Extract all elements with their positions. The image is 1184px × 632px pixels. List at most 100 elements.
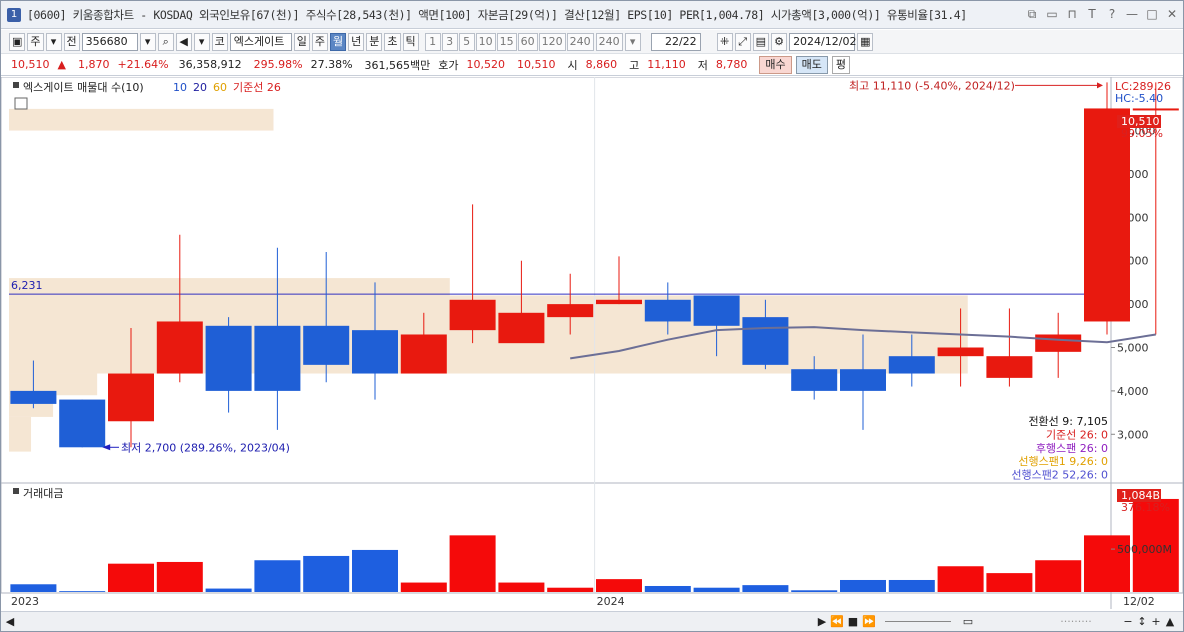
period-main-button[interactable]: 주: [27, 32, 44, 51]
y-tick-label: 4,000: [1117, 385, 1149, 398]
x-axis-label-last: 12/02: [1123, 595, 1155, 608]
average-button[interactable]: 평: [831, 55, 851, 74]
amount-value: 361,565백만: [364, 58, 431, 72]
candle-body: [791, 369, 838, 391]
volume-bar: [937, 566, 984, 592]
code-input[interactable]: 356680: [81, 32, 138, 51]
restore-icon[interactable]: ⧉: [1025, 7, 1039, 21]
interval-button-0[interactable]: 1: [424, 32, 441, 51]
stop-icon[interactable]: ■: [846, 614, 860, 629]
interval-group: 1 3 5 10 15 60 120 240: [424, 32, 594, 51]
period-button-2[interactable]: 월: [330, 32, 347, 51]
zoom-reset-icon[interactable]: ↕: [1135, 614, 1149, 629]
date-field[interactable]: 2024/12/02: [789, 32, 856, 51]
scroll-left-icon[interactable]: ◀: [3, 614, 17, 629]
quote-bar: 10,510 ▲ 1,870 +21.64% 36,358,912 295.98…: [1, 54, 1183, 76]
maximize-icon[interactable]: □: [1145, 7, 1159, 21]
close-icon[interactable]: ✕: [1165, 7, 1179, 21]
scroll-next-icon[interactable]: ▶: [816, 614, 828, 629]
pin-icon[interactable]: ⊓: [1065, 7, 1079, 21]
font-icon[interactable]: T: [1085, 7, 1099, 21]
interval-button-3[interactable]: 10: [475, 32, 496, 51]
volume-bar: [742, 585, 789, 592]
volume-bar: [840, 579, 886, 592]
interval-button-5[interactable]: 60: [517, 32, 538, 51]
candle-body: [840, 369, 886, 391]
period-button-5[interactable]: 초: [384, 32, 401, 51]
candle-body: [59, 399, 106, 448]
period-button-3[interactable]: 년: [348, 32, 365, 51]
layout-icon[interactable]: ▣: [9, 32, 26, 51]
zoom-in-icon[interactable]: +: [1149, 614, 1163, 629]
period-group: 일주월년분초틱: [293, 32, 419, 51]
candle-body: [205, 325, 252, 391]
interval-button-4[interactable]: 15: [496, 32, 517, 51]
candle-body: [303, 325, 350, 365]
help-icon[interactable]: ?: [1105, 7, 1119, 21]
volume-percent: 295.98%: [253, 58, 303, 71]
horizontal-scrollbar[interactable]: ◀ ▶ ⏪ ■ ⏩ ▭ ········· − ↕ + ▲: [1, 611, 1183, 631]
minimize-icon[interactable]: —: [1125, 7, 1139, 21]
y-tick-label: 5,000: [1117, 342, 1149, 355]
interval-button-1[interactable]: 3: [441, 32, 458, 51]
current-price: 10,510: [11, 58, 50, 71]
candle-body: [449, 299, 496, 331]
candle-body: [254, 325, 301, 391]
rewind-icon[interactable]: ⏪: [830, 614, 844, 629]
zoom-slider[interactable]: [885, 621, 951, 622]
low-label: 저: [697, 58, 708, 72]
scroll-up-icon[interactable]: ▲: [1163, 614, 1177, 629]
volume-bar: [352, 549, 398, 592]
speaker-icon[interactable]: ◀: [175, 32, 192, 51]
bid-value: 10,520: [466, 58, 506, 71]
candle-body: [156, 321, 203, 374]
reference-line-label: 6,231: [11, 279, 43, 292]
market-button[interactable]: 코: [211, 32, 228, 51]
calendar-icon[interactable]: ▦: [857, 32, 874, 51]
low-value: 8,780: [715, 58, 748, 71]
legend-ma20: 20: [193, 81, 207, 94]
volume-bar: [449, 535, 496, 592]
link-icon[interactable]: ▭: [1045, 7, 1059, 21]
stock-name-field[interactable]: 엑스게이트: [229, 32, 292, 51]
zoom-thumb-icon[interactable]: ▭: [959, 614, 977, 629]
volume-tick-label: 500,000M: [1117, 543, 1172, 556]
settings-gear-icon[interactable]: ⚙: [771, 32, 788, 51]
candle-body: [986, 356, 1033, 378]
ask-value: 10,510: [517, 58, 556, 71]
speaker-dropdown-icon[interactable]: ▾: [193, 32, 210, 51]
zoom-out-icon[interactable]: −: [1121, 614, 1135, 629]
ichimoku-label: 기준선 26: 0: [1046, 428, 1108, 441]
period-button-0[interactable]: 일: [293, 32, 310, 51]
period-button-6[interactable]: 틱: [402, 32, 419, 51]
buy-button[interactable]: 매수: [759, 55, 792, 74]
volume-profile-bar: [9, 278, 450, 296]
volume-percent-label: 376.18%: [1121, 501, 1170, 514]
all-button[interactable]: 전: [63, 32, 80, 51]
ichimoku-label: 전환선 9: 7,105: [1028, 415, 1108, 428]
title-bar: 1 [0600] 키움종합차트 - KOSDAQ 외국인보유[67(천)] 주식…: [1, 1, 1183, 29]
period-button-1[interactable]: 주: [311, 32, 329, 51]
volume-bar: [693, 587, 740, 592]
price-chart[interactable]: 3,0004,0005,0006,0007,0008,0009,00010,00…: [1, 77, 1183, 609]
candle-body: [742, 317, 789, 365]
period-button-4[interactable]: 분: [366, 32, 383, 51]
crosshair-icon[interactable]: ⁜: [716, 32, 733, 51]
count-field[interactable]: 22/22: [650, 32, 701, 51]
sell-button[interactable]: 매도: [795, 55, 828, 74]
interval-select[interactable]: 240: [595, 32, 623, 51]
toolbar: ▣ 주 ▾ 전 356680 ▾ ⌕ ◀ ▾ 코 엑스게이트 일주월년분초틱 1…: [1, 30, 1183, 54]
interval-dropdown-icon[interactable]: ▾: [624, 32, 641, 51]
draw-tool-icon[interactable]: ⤢: [734, 32, 751, 51]
fast-forward-icon[interactable]: ⏩: [862, 614, 876, 629]
interval-button-6[interactable]: 120: [538, 32, 566, 51]
volume-bar: [10, 584, 57, 592]
volume-bar: [791, 590, 838, 592]
save-icon[interactable]: ▤: [752, 32, 770, 51]
chevron-down-icon[interactable]: ▾: [45, 32, 62, 51]
candle-body: [693, 295, 740, 326]
interval-button-7[interactable]: 240: [566, 32, 594, 51]
search-icon[interactable]: ⌕: [157, 32, 174, 51]
interval-button-2[interactable]: 5: [458, 32, 475, 51]
code-dropdown-icon[interactable]: ▾: [139, 32, 156, 51]
